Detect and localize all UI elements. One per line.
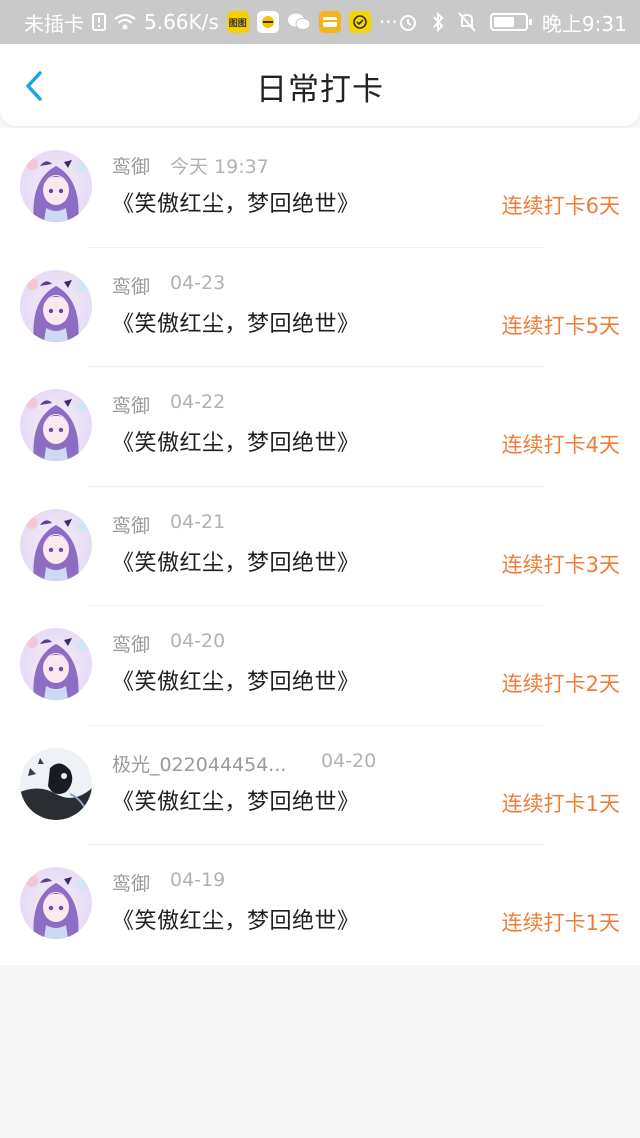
username[interactable]: 鸾御: [112, 630, 150, 657]
wallet-icon: [318, 11, 341, 33]
streak-label: 连续打卡5天: [501, 313, 620, 338]
book-title: 《笑傲红尘，梦回绝世》: [112, 550, 360, 576]
avatar[interactable]: [20, 867, 92, 939]
network-speed: 5.66K/s: [144, 10, 219, 34]
checkin-time: 今天 19:37: [170, 156, 269, 178]
mute-bell-icon: [458, 12, 476, 32]
checkin-row[interactable]: 鸾御 04-22 《笑傲红尘，梦回绝世》 连续打卡4天: [0, 367, 640, 487]
checkin-row[interactable]: 鸾御 04-19 《笑傲红尘，梦回绝世》 连续打卡1天: [0, 845, 640, 965]
page-title: 日常打卡: [256, 72, 384, 108]
bee-icon: [256, 11, 279, 33]
book-title: 《笑傲红尘，梦回绝世》: [112, 909, 360, 934]
alarm-icon: [398, 12, 418, 32]
checkin-time: 04-23: [170, 271, 226, 294]
checkin-row[interactable]: 鸾御 04-23 《笑傲红尘，梦回绝世》 连续打卡5天: [0, 248, 640, 367]
carrier-text: 未插卡: [24, 11, 84, 36]
bluetooth-icon: [432, 12, 444, 32]
checkin-time: 04-22: [170, 391, 226, 413]
username[interactable]: 鸾御: [112, 152, 150, 179]
checkin-list: 鸾御 今天 19:37 《笑傲红尘，梦回绝世》 连续打卡6天 鸾御 04-23 …: [0, 128, 640, 965]
app-notification-icon: 图图: [226, 11, 249, 33]
username[interactable]: 鸾御: [112, 869, 150, 896]
book-title: 《笑傲红尘，梦回绝世》: [112, 670, 360, 695]
streak-label: 连续打卡3天: [501, 552, 620, 577]
streak-label: 连续打卡1天: [501, 791, 620, 816]
checkin-row[interactable]: 鸾御 04-20 《笑傲红尘，梦回绝世》 连续打卡2天: [0, 606, 640, 726]
battery-icon: [489, 13, 532, 31]
avatar[interactable]: [20, 269, 92, 342]
checkin-time: 04-20: [321, 749, 377, 772]
book-title: 《笑傲红尘，梦回绝世》: [112, 431, 360, 456]
checkin-time: 04-20: [170, 630, 226, 652]
checkin-time: 04-19: [170, 869, 226, 891]
more-notifications: ···: [378, 10, 398, 34]
streak-label: 连续打卡4天: [501, 433, 620, 457]
book-title: 《笑傲红尘，梦回绝世》: [112, 311, 360, 337]
avatar[interactable]: [20, 628, 92, 700]
status-bar: 未插卡 5.66K/s 图图 ··· 晚上9:31: [0, 0, 640, 44]
username[interactable]: 鸾御: [112, 511, 150, 538]
check-icon: [348, 11, 371, 33]
username[interactable]: 极光_022044454...: [112, 750, 286, 777]
avatar[interactable]: [20, 747, 92, 820]
nav-bar: 日常打卡: [0, 44, 640, 126]
book-title: 《笑傲红尘，梦回绝世》: [112, 789, 360, 815]
wechat-icon: [287, 12, 311, 32]
sim-alert-icon: [92, 13, 106, 31]
streak-label: 连续打卡6天: [501, 194, 620, 218]
checkin-time: 04-21: [170, 510, 226, 533]
avatar[interactable]: [20, 150, 92, 222]
streak-label: 连续打卡2天: [501, 672, 620, 696]
avatar[interactable]: [20, 389, 92, 461]
avatar[interactable]: [20, 508, 92, 581]
username[interactable]: 鸾御: [112, 391, 150, 418]
book-title: 《笑傲红尘，梦回绝世》: [112, 192, 360, 217]
username[interactable]: 鸾御: [112, 272, 150, 299]
wifi-icon: [114, 13, 136, 31]
checkin-row[interactable]: 鸾御 今天 19:37 《笑傲红尘，梦回绝世》 连续打卡6天: [0, 128, 640, 248]
clock-time: 晚上9:31: [541, 11, 627, 36]
checkin-row[interactable]: 极光_022044454... 04-20 《笑傲红尘，梦回绝世》 连续打卡1天: [0, 726, 640, 845]
checkin-row[interactable]: 鸾御 04-21 《笑傲红尘，梦回绝世》 连续打卡3天: [0, 487, 640, 606]
streak-label: 连续打卡1天: [501, 911, 620, 935]
